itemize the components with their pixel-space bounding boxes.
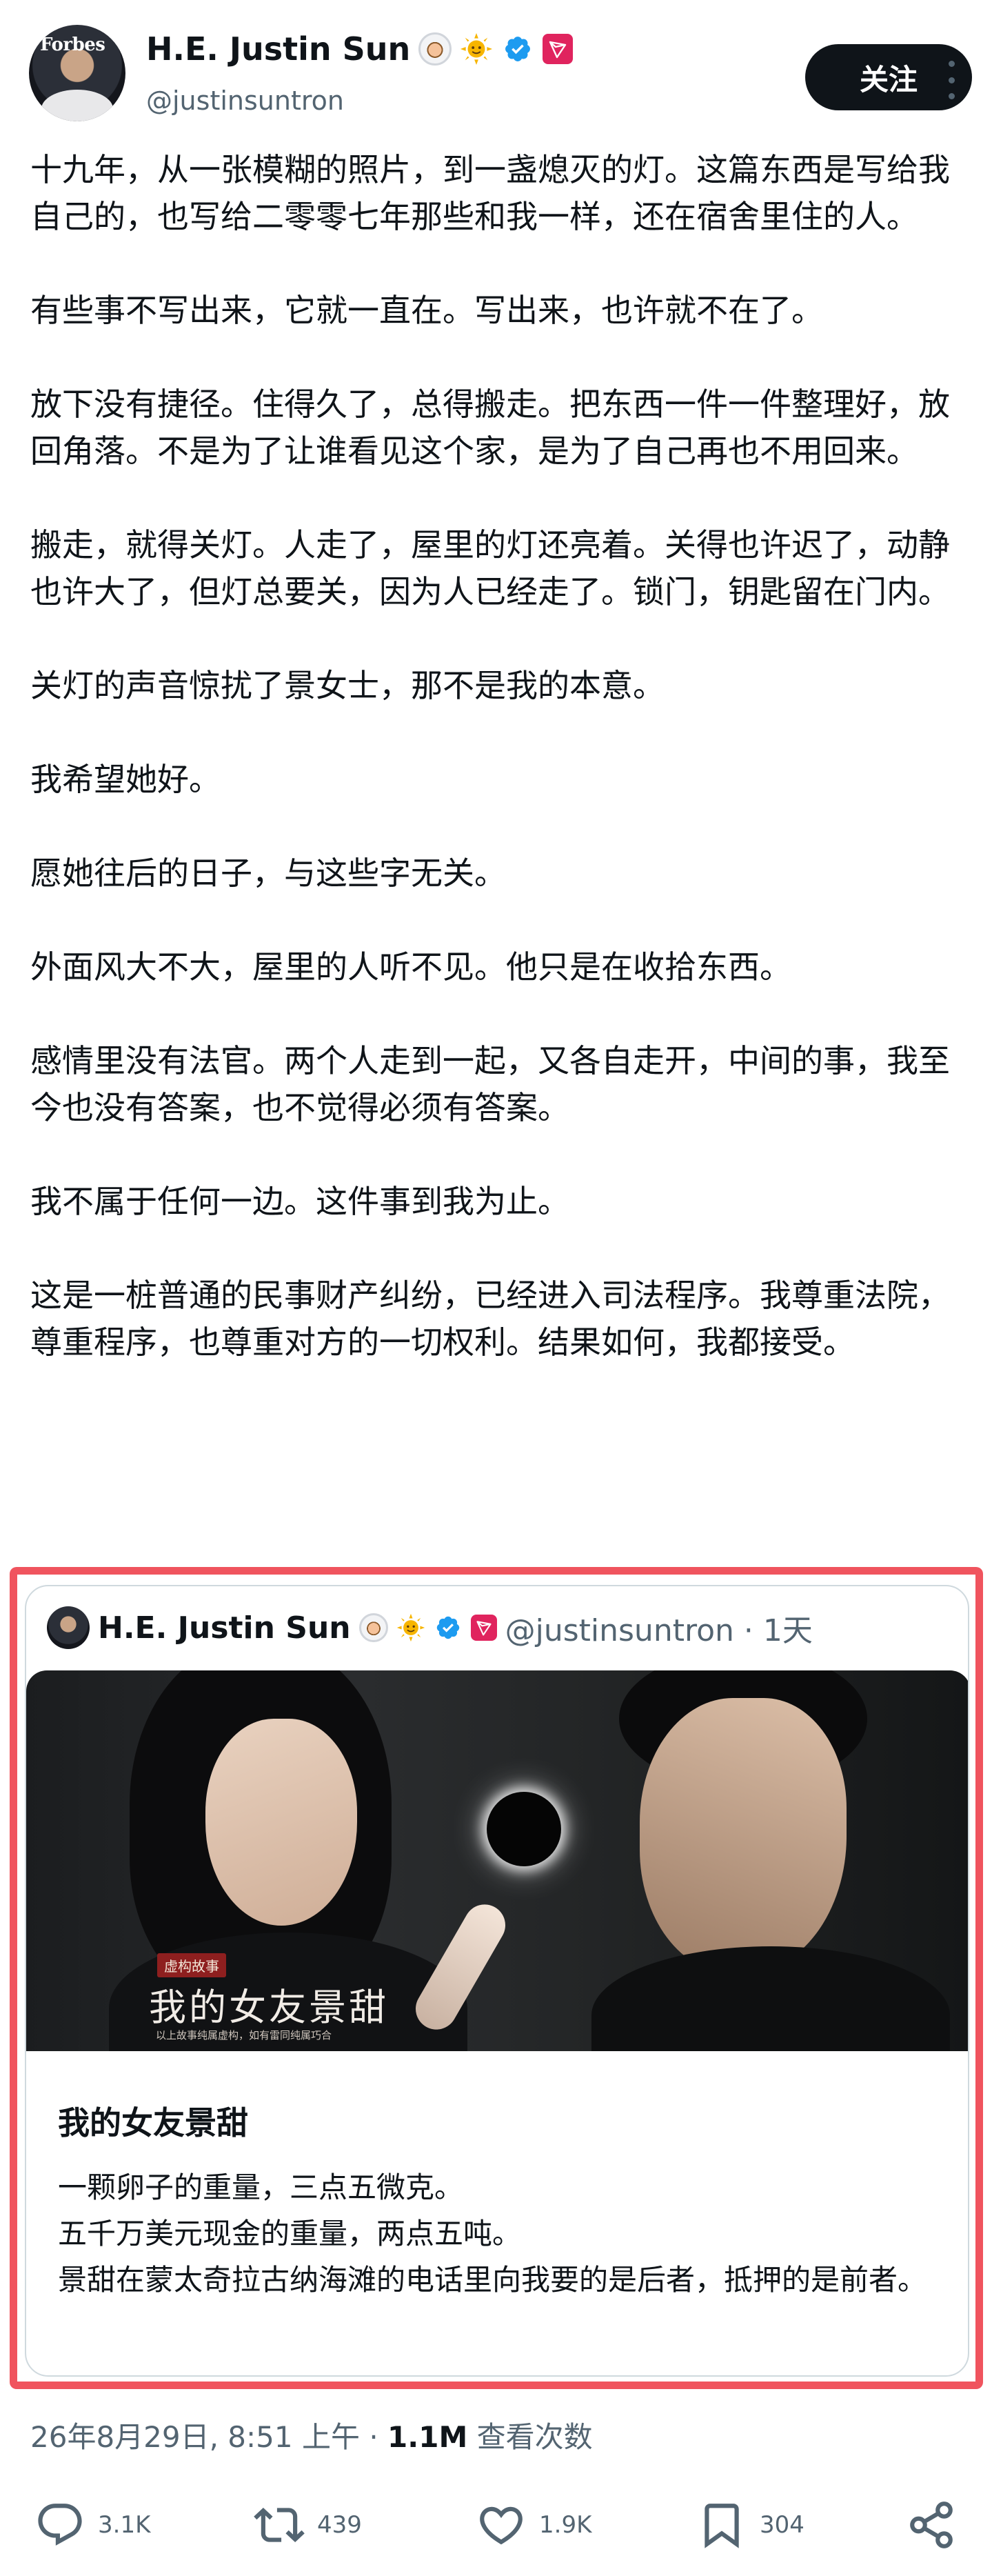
tweet-paragraph: 这是一桩普通的民事财产纠纷，已经进入司法程序。我尊重法院，尊重程序，也尊重对方的… [30, 1277, 950, 1361]
quoted-article-title: 我的女友景甜 [58, 2104, 248, 2141]
tweet-text: 十九年，从一张模糊的照片，到一盏熄灭的灯。这篇东西是写给我自己的，也写给二零零七… [30, 146, 968, 1366]
tweet-paragraph: 我不属于任何一边。这件事到我为止。 [30, 1183, 569, 1220]
avatar[interactable]: Forbes [29, 25, 125, 121]
tweet-meta: 26年8月29日, 8:51 上午 · 1.1M 查看次数 [30, 2414, 593, 2456]
like-count: 1.9K [539, 2511, 592, 2539]
avatar-logo-text: Forbes [40, 34, 105, 55]
share-button[interactable] [906, 2495, 957, 2555]
bookmark-icon [705, 2504, 739, 2548]
repost-button[interactable]: 439 [254, 2495, 362, 2555]
poster-subtitle: 以上故事纯属虚构，如有雷同纯属巧合 [156, 2029, 332, 2041]
tweet-header: Forbes H.E. Justin Sun @justinsuntron 关注 [0, 0, 992, 148]
quoted-display-name: H.E. Justin Sun [98, 1610, 351, 1646]
eclipse-graphic [487, 1792, 561, 1866]
author-handle[interactable]: @justinsuntron [146, 86, 344, 116]
bookmark-button[interactable]: 304 [696, 2495, 804, 2555]
tweet-paragraph: 我希望她好。 [30, 761, 221, 798]
tweet-timestamp[interactable]: 26年8月29日, 8:51 上午 [30, 2420, 360, 2454]
quoted-text-line: 景甜在蒙太奇拉古纳海滩的电话里向我要的是后者，抵押的是前者。 [58, 2263, 927, 2297]
reply-button[interactable]: 3.1K [34, 2495, 150, 2555]
views-count: 1.1M [387, 2420, 468, 2454]
tweet-paragraph: 搬走，就得关灯。人走了，屋里的灯还亮着。关得也许迟了，动静也许大了，但灯总要关，… [30, 526, 950, 610]
tweet-paragraph: 十九年，从一张模糊的照片，到一盏熄灭的灯。这篇东西是写给我自己的，也写给二零零七… [30, 151, 950, 235]
heart-icon [480, 2506, 523, 2545]
tweet-paragraph: 愿她往后的日子，与这些字无关。 [30, 855, 506, 892]
meta-separator: · [359, 2420, 388, 2454]
repost-icon [254, 2507, 305, 2543]
tweet-paragraph: 有些事不写出来，它就一直在。写出来，也许就不在了。 [30, 292, 823, 329]
quoted-text-line: 一颗卵子的重量，三点五微克。 [58, 2170, 464, 2204]
like-button[interactable]: 1.9K [476, 2495, 591, 2555]
author-name-row[interactable]: H.E. Justin Sun [146, 30, 574, 68]
bookmark-count: 304 [760, 2511, 804, 2539]
tron-icon [470, 1615, 497, 1641]
tweet-paragraph: 感情里没有法官。两个人走到一起，又各自走开，中间的事，我至今也没有答案，也不觉得… [30, 1042, 950, 1126]
verified-icon [501, 32, 534, 66]
sun-icon [396, 1613, 425, 1642]
quoted-article-text: 一颗卵子的重量，三点五微克。 五千万美元现金的重量，两点五吨。 景甜在蒙太奇拉古… [58, 2164, 954, 2303]
quoted-tweet-card[interactable]: H.E. Justin Sun @justinsuntron · 1天 虚构故事… [25, 1585, 969, 2377]
astronaut-icon [358, 1613, 388, 1642]
tweet-paragraph: 放下没有捷径。住得久了，总得搬走。把东西一件一件整理好，放回角落。不是为了让谁看… [30, 386, 950, 470]
quoted-avatar[interactable] [47, 1606, 90, 1649]
more-options-icon[interactable] [946, 61, 957, 99]
display-name[interactable]: H.E. Justin Sun [146, 30, 410, 68]
tweet-paragraph: 关灯的声音惊扰了景女士，那不是我的本意。 [30, 667, 665, 704]
repost-count: 439 [317, 2511, 362, 2539]
sun-icon [460, 32, 493, 66]
quoted-poster-image[interactable]: 虚构故事 我的女友景甜 以上故事纯属虚构，如有雷同纯属巧合 [26, 1670, 968, 2051]
tweet-paragraph: 外面风大不大，屋里的人听不见。他只是在收拾东西。 [30, 948, 791, 986]
views-label: 查看次数 [467, 2420, 593, 2454]
poster-tag: 虚构故事 [157, 1953, 226, 1977]
reply-icon [38, 2504, 82, 2546]
verified-icon [434, 1613, 463, 1642]
tron-icon [543, 34, 574, 64]
poster-title: 我的女友景甜 [149, 1986, 389, 2029]
astronaut-icon [418, 32, 452, 66]
quoted-handle-time: @justinsuntron · 1天 [505, 1613, 813, 1648]
quoted-text-line: 五千万美元现金的重量，两点五吨。 [58, 2217, 522, 2250]
reply-count: 3.1K [98, 2511, 151, 2539]
share-icon [910, 2502, 953, 2548]
quoted-tweet-header: H.E. Justin Sun @justinsuntron · 1天 [47, 1606, 813, 1650]
